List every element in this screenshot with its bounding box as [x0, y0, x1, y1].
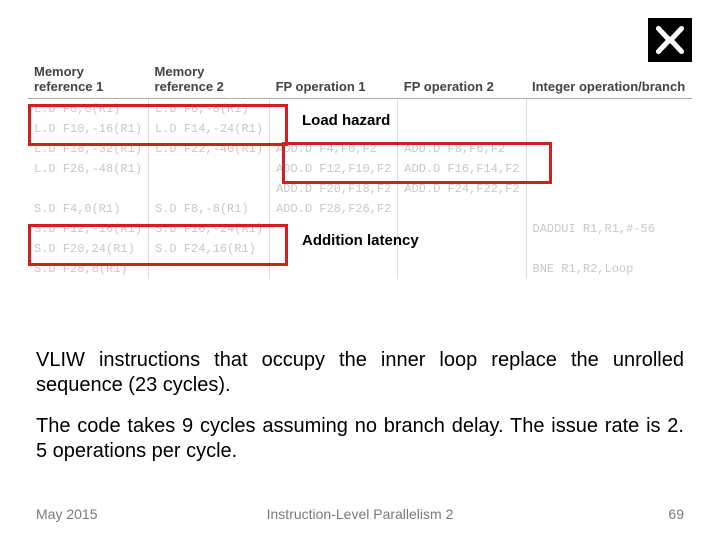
cell: [149, 259, 270, 279]
footer-page: 69: [668, 506, 684, 522]
cell: [526, 119, 692, 139]
aleph-logo: [648, 18, 692, 62]
addition-latency-label: Addition latency: [302, 232, 419, 249]
cell: [149, 179, 270, 199]
cell: [398, 119, 526, 139]
cell: [398, 199, 526, 219]
col-memref1: Memory reference 1: [28, 60, 149, 99]
cell: ADD.D F24,F22,F2: [398, 179, 526, 199]
cell: [526, 159, 692, 179]
col-memref2: Memory reference 2: [149, 60, 270, 99]
cell: L.D F10,-16(R1): [28, 119, 149, 139]
cell: S.D F24,16(R1): [149, 239, 270, 259]
cell: L.D F26,-48(R1): [28, 159, 149, 179]
cell: ADD.D F16,F14,F2: [398, 159, 526, 179]
cell: S.D F16,-24(R1): [149, 219, 270, 239]
cell: L.D F0,0(R1): [28, 99, 149, 120]
table-row: ADD.D F20,F18,F2 ADD.D F24,F22,F2: [28, 179, 692, 199]
paragraph-vliw: VLIW instructions that occupy the inner …: [36, 348, 684, 398]
cell: L.D F22,-40(R1): [149, 139, 270, 159]
cell: ADD.D F8,F6,F2: [398, 139, 526, 159]
cell: [28, 179, 149, 199]
cell: ADD.D F12,F10,F2: [270, 159, 398, 179]
cell: L.D F6,-8(R1): [149, 99, 270, 120]
cell: [526, 139, 692, 159]
cell: [526, 239, 692, 259]
cell: [526, 99, 692, 120]
table-row: L.D F26,-48(R1) ADD.D F12,F10,F2 ADD.D F…: [28, 159, 692, 179]
paragraph-cycles: The code takes 9 cycles assuming no bran…: [36, 414, 684, 464]
cell: [149, 159, 270, 179]
cell: [270, 259, 398, 279]
cell: [398, 259, 526, 279]
footer-date: May 2015: [36, 506, 97, 522]
cell: [398, 99, 526, 120]
table-header-row: Memory reference 1 Memory reference 2 FP…: [28, 60, 692, 99]
cell: ADD.D F20,F18,F2: [270, 179, 398, 199]
col-intop: Integer operation/branch: [526, 60, 692, 99]
load-hazard-label: Load hazard: [302, 112, 390, 129]
cell: BNE R1,R2,Loop: [526, 259, 692, 279]
cell: [526, 179, 692, 199]
table-row: S.D F28,8(R1) BNE R1,R2,Loop: [28, 259, 692, 279]
cell: [526, 199, 692, 219]
cell: L.D F18,-32(R1): [28, 139, 149, 159]
table-row: L.D F18,-32(R1) L.D F22,-40(R1) ADD.D F4…: [28, 139, 692, 159]
col-fpop1: FP operation 1: [270, 60, 398, 99]
slide-footer: May 2015 Instruction-Level Parallelism 2…: [36, 506, 684, 522]
cell: L.D F14,-24(R1): [149, 119, 270, 139]
cell: ADD.D F4,F0,F2: [270, 139, 398, 159]
footer-title: Instruction-Level Parallelism 2: [267, 506, 454, 522]
cell: S.D F20,24(R1): [28, 239, 149, 259]
cell: S.D F4,0(R1): [28, 199, 149, 219]
table-row: S.D F4,0(R1) S.D F8,-8(R1) ADD.D F28,F26…: [28, 199, 692, 219]
aleph-icon: [652, 22, 688, 58]
cell: S.D F8,-8(R1): [149, 199, 270, 219]
cell: ADD.D F28,F26,F2: [270, 199, 398, 219]
cell: S.D F28,8(R1): [28, 259, 149, 279]
col-fpop2: FP operation 2: [398, 60, 526, 99]
cell: S.D F12,-16(R1): [28, 219, 149, 239]
cell: DADDUI R1,R1,#-56: [526, 219, 692, 239]
